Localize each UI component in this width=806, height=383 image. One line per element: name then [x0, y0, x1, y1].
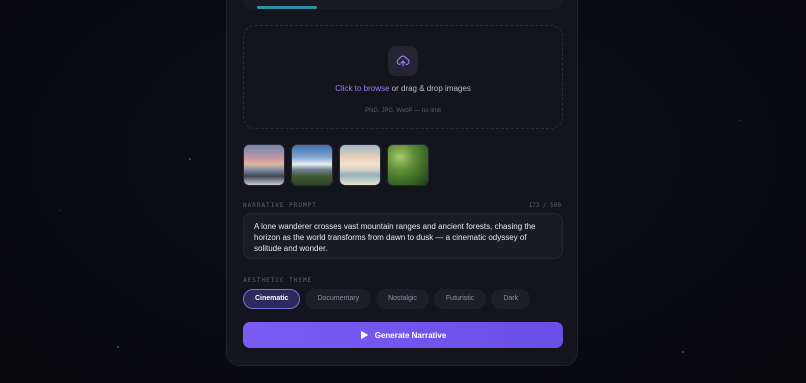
play-icon	[360, 330, 368, 340]
prompt-label: NARRATIVE PROMPT	[243, 202, 317, 209]
theme-chip-documentary[interactable]: Documentary	[305, 289, 372, 309]
theme-label: AESTHETIC THEME	[243, 277, 313, 284]
thumbnail-list	[243, 144, 429, 186]
theme-chip-cinematic[interactable]: Cinematic	[243, 289, 301, 309]
top-strip	[243, 0, 563, 9]
image-dropzone[interactable]: Click to browse or drag & drop images PN…	[243, 25, 563, 129]
dropzone-text: Click to browse or drag & drop images	[244, 84, 562, 93]
star-decoration	[682, 351, 684, 353]
narrative-panel: Click to browse or drag & drop images PN…	[226, 0, 578, 366]
star-decoration	[60, 210, 61, 211]
theme-chip-nostalgic[interactable]: Nostalgic	[376, 289, 429, 309]
star-decoration	[740, 120, 741, 121]
thumbnail-beach[interactable]	[339, 144, 381, 186]
theme-chip-dark[interactable]: Dark	[491, 289, 531, 309]
theme-chip-group: Cinematic Documentary Nostalgic Futurist…	[243, 289, 531, 309]
thumbnail-mountain-lake[interactable]	[243, 144, 285, 186]
thumbnail-tea-hills[interactable]	[387, 144, 429, 186]
browse-link[interactable]: Click to browse	[335, 84, 389, 93]
narrative-prompt-textarea[interactable]: A lone wanderer crosses vast mountain ra…	[243, 213, 563, 259]
thumbnail-snowy-mountains[interactable]	[291, 144, 333, 186]
generate-button-label: Generate Narrative	[374, 330, 447, 340]
generate-narrative-button[interactable]: Generate Narrative	[243, 322, 563, 348]
dropzone-hint: PNG, JPG, WebP — no limit	[365, 108, 441, 114]
star-decoration	[117, 346, 119, 348]
active-accent-bar	[257, 6, 317, 9]
star-decoration	[189, 158, 191, 160]
prompt-char-counter: 173 / 500	[528, 202, 561, 209]
upload-cloud-icon[interactable]	[388, 46, 418, 76]
theme-chip-futuristic[interactable]: Futuristic	[433, 289, 487, 309]
drag-drop-text: or drag & drop images	[389, 84, 471, 93]
